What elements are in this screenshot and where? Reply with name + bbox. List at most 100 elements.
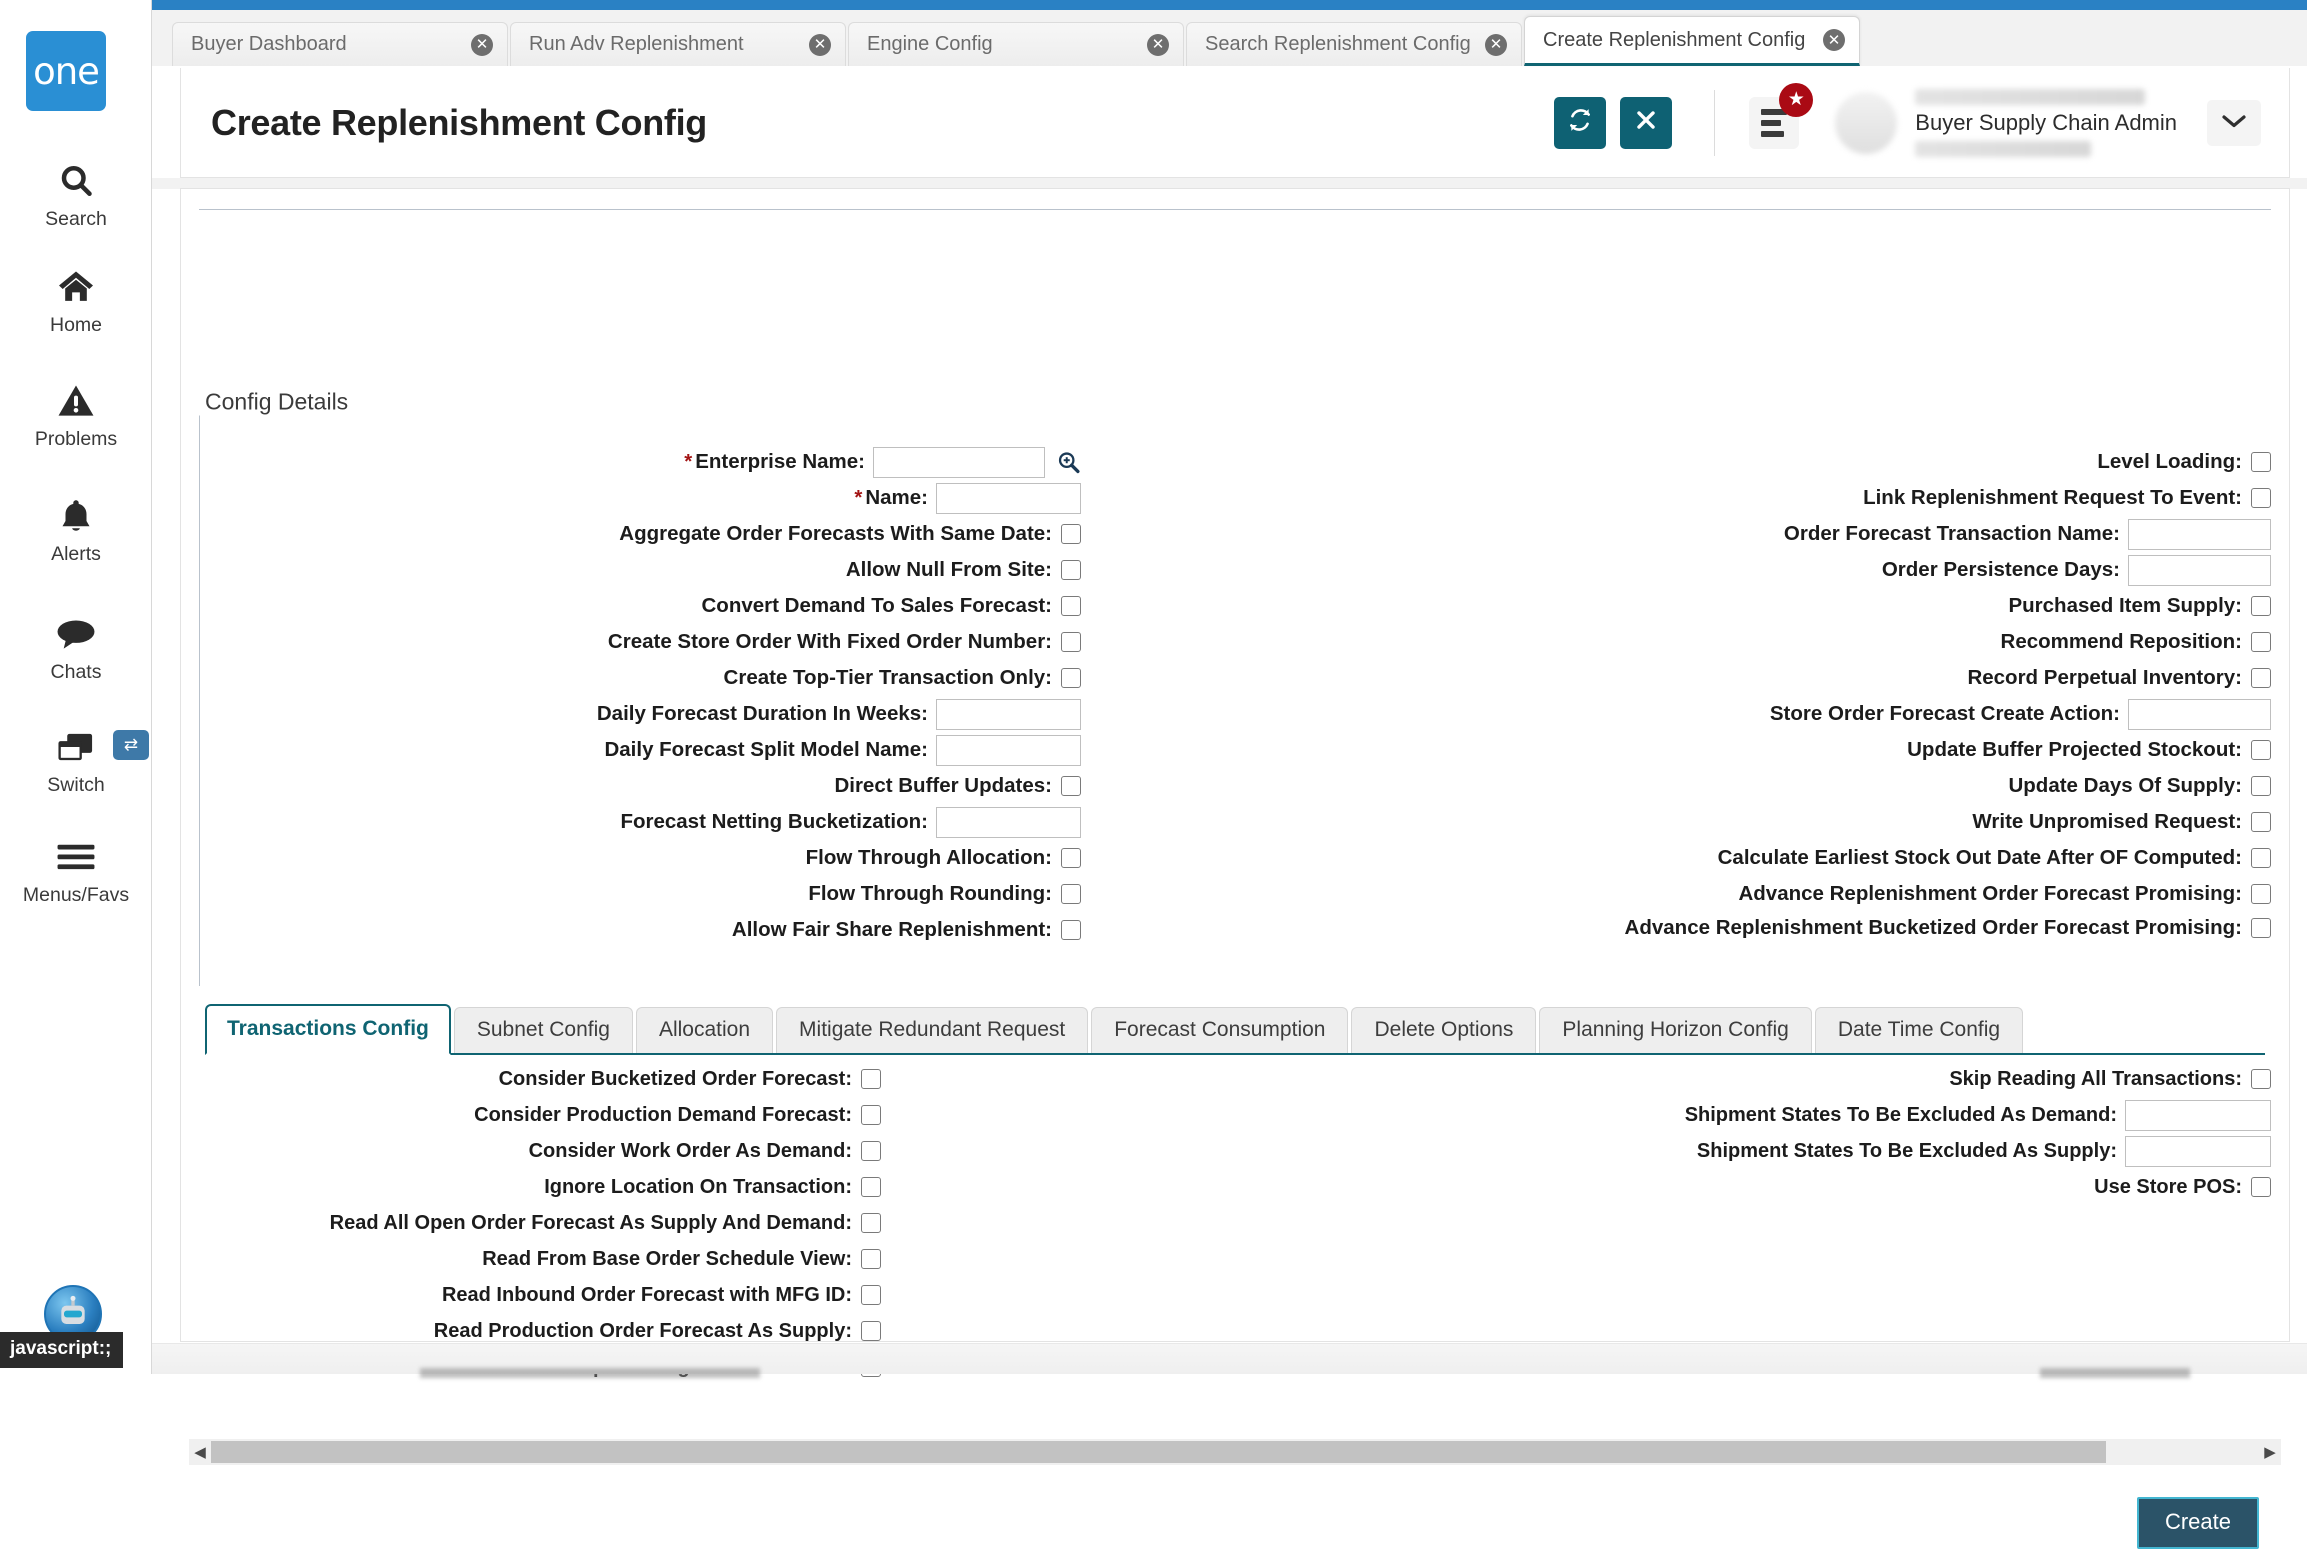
- browser-tab-run-adv-replenishment[interactable]: Run Adv Replenishment ✕: [510, 22, 846, 66]
- update-buffer-projected-stockout-checkbox[interactable]: [2251, 740, 2271, 760]
- close-page-button[interactable]: [1620, 96, 1673, 149]
- advance-replenishment-of-promising-checkbox[interactable]: [2251, 884, 2271, 904]
- flow-through-allocation-checkbox[interactable]: [1061, 848, 1081, 868]
- daily-forecast-duration-input[interactable]: [936, 698, 1081, 730]
- scrollbar-track[interactable]: [211, 1439, 2259, 1465]
- browser-tab-label: Create Replenishment Config: [1543, 28, 1806, 51]
- scrollbar-thumb[interactable]: [211, 1441, 2106, 1463]
- menus-favs-button[interactable]: ★: [1749, 82, 1814, 149]
- shipment-states-excluded-as-supply-input[interactable]: [2125, 1135, 2271, 1167]
- field-create-top-tier-transaction-only: Create Top-Tier Transaction Only:: [181, 660, 1081, 696]
- user-subtitle-redacted: [1915, 140, 2092, 157]
- consider-production-demand-forecast-checkbox[interactable]: [861, 1105, 881, 1125]
- record-perpetual-inventory-checkbox[interactable]: [2251, 668, 2271, 688]
- tab-forecast-consumption[interactable]: Forecast Consumption: [1091, 1007, 1349, 1053]
- field-label: Consider Production Demand Forecast:: [474, 1103, 852, 1126]
- daily-forecast-split-model-input[interactable]: [936, 734, 1081, 766]
- field-daily-forecast-duration-in-weeks: Daily Forecast Duration In Weeks:: [181, 696, 1081, 732]
- field-label: Allow Null From Site:: [845, 557, 1052, 581]
- close-icon[interactable]: ✕: [1147, 33, 1169, 56]
- close-icon[interactable]: ✕: [1823, 29, 1845, 51]
- tab-planning-horizon-config[interactable]: Planning Horizon Config: [1539, 1007, 1812, 1053]
- update-days-of-supply-checkbox[interactable]: [2251, 776, 2271, 796]
- direct-buffer-updates-checkbox[interactable]: [1061, 776, 1081, 796]
- field-consider-work-order-as-demand: Consider Work Order As Demand:: [181, 1133, 881, 1169]
- field-label: Link Replenishment Request To Event:: [1863, 485, 2242, 509]
- create-button[interactable]: Create: [2136, 1497, 2259, 1549]
- rail-label-alerts: Alerts: [51, 543, 101, 565]
- rail-item-problems[interactable]: Problems: [0, 380, 152, 451]
- use-store-pos-checkbox[interactable]: [2251, 1177, 2271, 1197]
- purchased-item-supply-checkbox[interactable]: [2251, 596, 2271, 616]
- allow-null-from-site-checkbox[interactable]: [1061, 560, 1081, 580]
- close-icon[interactable]: ✕: [471, 33, 493, 56]
- link-replenishment-request-to-event-checkbox[interactable]: [2251, 488, 2271, 508]
- tab-allocation[interactable]: Allocation: [635, 1007, 774, 1053]
- search-lookup-icon[interactable]: [1055, 449, 1081, 475]
- favorites-star-badge: ★: [1779, 82, 1814, 117]
- read-all-open-order-forecast-checkbox[interactable]: [861, 1213, 881, 1233]
- ignore-location-on-transaction-checkbox[interactable]: [861, 1177, 881, 1197]
- read-from-base-order-schedule-view-checkbox[interactable]: [861, 1249, 881, 1269]
- enterprise-name-input[interactable]: [873, 446, 1045, 478]
- chat-bubble-icon: [56, 613, 96, 655]
- rail-item-alerts[interactable]: Alerts: [0, 495, 152, 566]
- user-menu-toggle[interactable]: [2207, 99, 2261, 146]
- avatar[interactable]: [1835, 91, 1898, 154]
- convert-demand-to-sales-forecast-checkbox[interactable]: [1061, 596, 1081, 616]
- write-unpromised-request-checkbox[interactable]: [2251, 812, 2271, 832]
- rail-item-menus-favs[interactable]: Menus/Favs: [0, 836, 152, 907]
- allow-fair-share-replenishment-checkbox[interactable]: [1061, 920, 1081, 940]
- forecast-netting-bucketization-input[interactable]: [936, 806, 1081, 838]
- field-label: Skip Reading All Transactions:: [1949, 1067, 2242, 1090]
- scroll-left-arrow-icon[interactable]: ◀: [189, 1439, 211, 1465]
- browser-tab-buyer-dashboard[interactable]: Buyer Dashboard ✕: [172, 22, 508, 66]
- close-icon[interactable]: ✕: [1485, 33, 1507, 56]
- name-input[interactable]: [936, 482, 1081, 514]
- user-company-redacted: [1915, 88, 2146, 105]
- recommend-reposition-checkbox[interactable]: [2251, 632, 2271, 652]
- read-production-order-forecast-as-supply-checkbox[interactable]: [861, 1321, 881, 1341]
- order-persistence-days-input[interactable]: [2128, 554, 2271, 586]
- refresh-button[interactable]: [1554, 96, 1607, 149]
- tab-date-time-config[interactable]: Date Time Config: [1814, 1007, 2024, 1053]
- warning-triangle-icon: [57, 380, 95, 422]
- field-label: Flow Through Allocation:: [805, 845, 1052, 869]
- shipment-states-excluded-as-demand-input[interactable]: [2125, 1099, 2271, 1131]
- browser-tab-search-replenishment-config[interactable]: Search Replenishment Config ✕: [1186, 22, 1522, 66]
- browser-tab-engine-config[interactable]: Engine Config ✕: [848, 22, 1184, 66]
- create-store-order-fixed-number-checkbox[interactable]: [1061, 632, 1081, 652]
- browser-tab-create-replenishment-config[interactable]: Create Replenishment Config ✕: [1524, 16, 1860, 66]
- create-top-tier-transaction-only-checkbox[interactable]: [1061, 668, 1081, 688]
- horizontal-scrollbar[interactable]: ◀ ▶: [189, 1439, 2281, 1465]
- order-forecast-transaction-name-input[interactable]: [2128, 518, 2271, 550]
- field-label: Ignore Location On Transaction:: [544, 1175, 852, 1198]
- consider-bucketized-order-forecast-checkbox[interactable]: [861, 1069, 881, 1089]
- tab-transactions-config[interactable]: Transactions Config: [205, 1004, 451, 1055]
- tab-mitigate-redundant-request[interactable]: Mitigate Redundant Request: [776, 1007, 1089, 1053]
- read-inbound-order-forecast-mfg-id-checkbox[interactable]: [861, 1285, 881, 1305]
- scroll-right-arrow-icon[interactable]: ▶: [2259, 1439, 2281, 1465]
- rail-item-home[interactable]: Home: [0, 266, 152, 337]
- rail-item-chats[interactable]: Chats: [0, 613, 152, 684]
- level-loading-checkbox[interactable]: [2251, 452, 2271, 472]
- tab-delete-options[interactable]: Delete Options: [1351, 1007, 1537, 1053]
- skip-reading-all-transactions-checkbox[interactable]: [2251, 1069, 2271, 1089]
- close-icon[interactable]: ✕: [809, 33, 831, 56]
- advance-replenishment-bucketized-of-promising-checkbox[interactable]: [2251, 918, 2271, 938]
- browser-tab-label: Engine Config: [867, 33, 993, 55]
- field-label: Use Store POS:: [2094, 1175, 2242, 1198]
- rail-item-search[interactable]: Search: [0, 160, 152, 231]
- consider-work-order-as-demand-checkbox[interactable]: [861, 1141, 881, 1161]
- app-logo[interactable]: one: [26, 31, 106, 111]
- field-label: Flow Through Rounding:: [808, 881, 1052, 905]
- calculate-earliest-stock-out-date-checkbox[interactable]: [2251, 848, 2271, 868]
- aggregate-order-forecasts-checkbox[interactable]: [1061, 524, 1081, 544]
- tab-subnet-config[interactable]: Subnet Config: [453, 1007, 633, 1053]
- store-order-forecast-create-action-input[interactable]: [2128, 698, 2271, 730]
- field-label: Create Store Order With Fixed Order Numb…: [607, 629, 1052, 653]
- switch-toggle-badge[interactable]: ⇄: [113, 730, 149, 760]
- flow-through-rounding-checkbox[interactable]: [1061, 884, 1081, 904]
- field-label: * Enterprise Name:: [684, 449, 865, 473]
- field-update-days-of-supply: Update Days Of Supply:: [1281, 768, 2271, 804]
